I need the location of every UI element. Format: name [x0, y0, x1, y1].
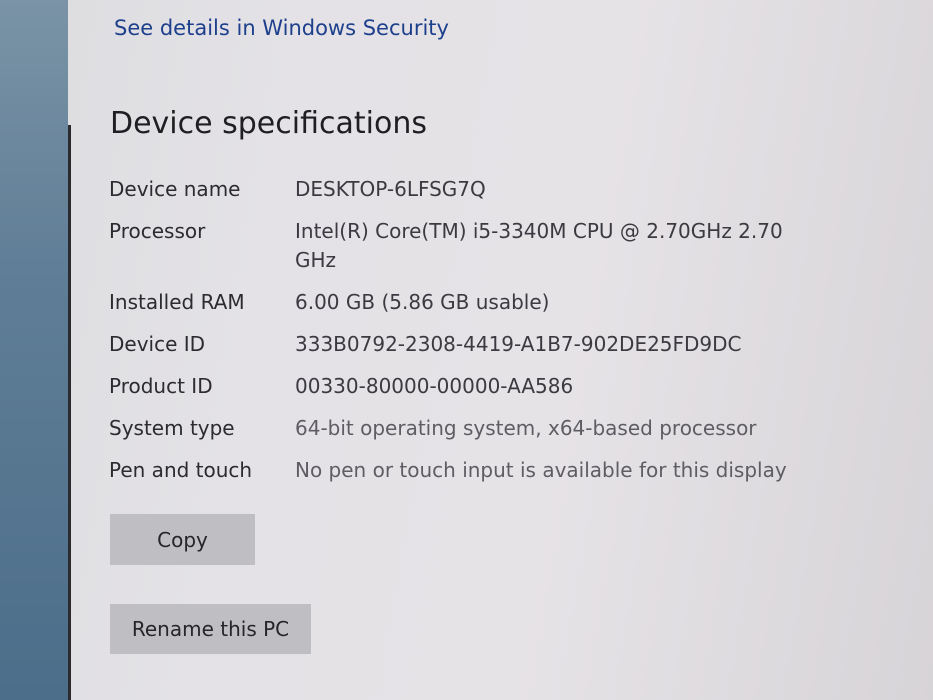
spec-label: Pen and touch [109, 458, 253, 482]
spec-label: System type [109, 416, 235, 440]
spec-value: DESKTOP-6LFSG7Q [295, 177, 486, 201]
spec-row-system-type: System type 64-bit operating system, x64… [109, 414, 829, 443]
spec-row-pen-and-touch: Pen and touch No pen or touch input is a… [109, 456, 829, 485]
spec-value: 64-bit operating system, x64-based proce… [295, 416, 757, 440]
spec-value: 6.00 GB (5.86 GB usable) [295, 290, 550, 314]
spec-value: No pen or touch input is available for t… [295, 458, 787, 482]
copy-button[interactable]: Copy [110, 514, 255, 565]
spec-label: Product ID [109, 374, 213, 398]
spec-value: 00330-80000-00000-AA586 [295, 374, 574, 398]
spec-label: Installed RAM [109, 290, 245, 314]
spec-row-device-name: Device name DESKTOP-6LFSG7Q [109, 175, 829, 204]
spec-row-processor: Processor Intel(R) Core(TM) i5-3340M CPU… [109, 217, 829, 275]
device-specifications-heading: Device specifications [110, 106, 427, 141]
window-left-edge [0, 0, 68, 700]
spec-row-product-id: Product ID 00330-80000-00000-AA586 [109, 372, 829, 401]
spec-label: Device ID [109, 332, 206, 356]
spec-label: Device name [109, 177, 241, 201]
spec-label: Processor [109, 219, 206, 243]
windows-security-link[interactable]: See details in Windows Security [114, 16, 449, 40]
device-specifications-table: Device name DESKTOP-6LFSG7Q Processor In… [109, 175, 829, 498]
about-page: See details in Windows Security Device s… [71, 0, 933, 700]
spec-value: 333B0792-2308-4419-A1B7-902DE25FD9DC [295, 332, 742, 356]
rename-pc-button[interactable]: Rename this PC [110, 604, 311, 654]
spec-row-installed-ram: Installed RAM 6.00 GB (5.86 GB usable) [109, 288, 829, 317]
spec-row-device-id: Device ID 333B0792-2308-4419-A1B7-902DE2… [109, 330, 829, 359]
spec-value: Intel(R) Core(TM) i5-3340M CPU @ 2.70GHz… [295, 219, 783, 272]
